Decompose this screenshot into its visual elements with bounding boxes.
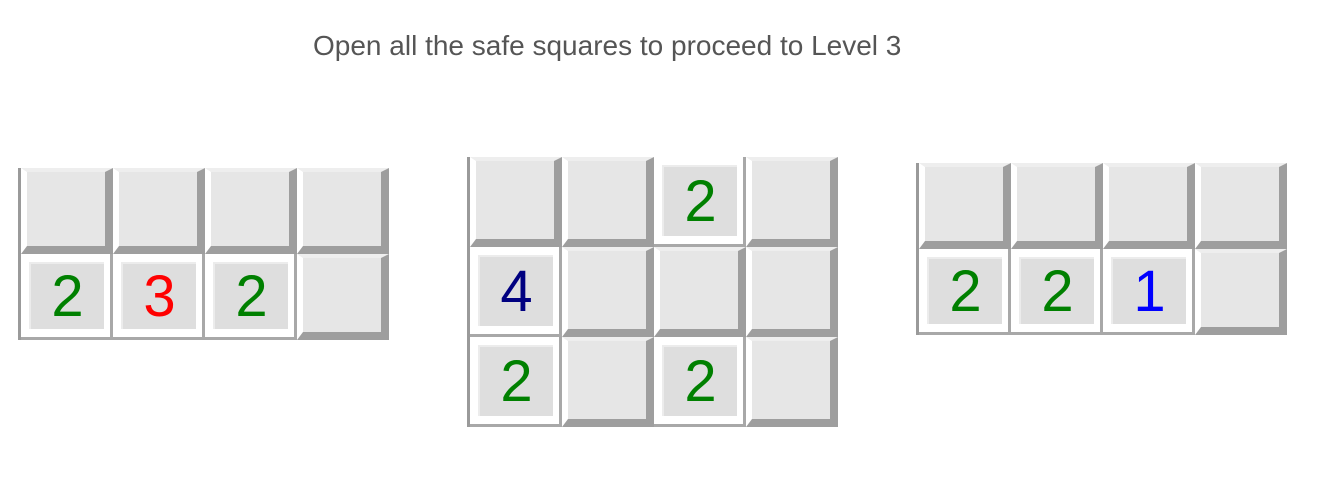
square-number: 3: [121, 262, 196, 329]
unopened-square[interactable]: [113, 168, 205, 254]
unopened-square[interactable]: [1011, 163, 1103, 249]
square-number: 4: [478, 255, 553, 326]
opened-square[interactable]: 3: [113, 254, 205, 340]
unopened-square[interactable]: [746, 337, 838, 427]
unopened-square[interactable]: [562, 247, 654, 337]
square-number: 2: [662, 165, 737, 236]
minesweeper-board-1: 232: [18, 168, 389, 340]
opened-square[interactable]: 2: [470, 337, 562, 427]
unopened-square[interactable]: [470, 157, 562, 247]
square-number: 2: [29, 262, 104, 329]
square-number: 2: [478, 345, 553, 416]
opened-square[interactable]: 4: [470, 247, 562, 337]
unopened-square[interactable]: [746, 247, 838, 337]
unopened-square[interactable]: [562, 337, 654, 427]
opened-square[interactable]: 2: [205, 254, 297, 340]
level-instruction: Open all the safe squares to proceed to …: [313, 30, 902, 61]
opened-square[interactable]: 2: [21, 254, 113, 340]
opened-square[interactable]: 2: [1011, 249, 1103, 335]
square-number: 1: [1111, 257, 1186, 324]
unopened-square[interactable]: [1103, 163, 1195, 249]
minesweeper-board-2: 2 4 2 2: [467, 157, 838, 427]
unopened-square[interactable]: [654, 247, 746, 337]
opened-square[interactable]: 2: [919, 249, 1011, 335]
opened-square[interactable]: 1: [1103, 249, 1195, 335]
square-number: 2: [662, 345, 737, 416]
unopened-square[interactable]: [205, 168, 297, 254]
square-number: 2: [927, 257, 1002, 324]
unopened-square[interactable]: [1195, 249, 1287, 335]
opened-square[interactable]: 2: [654, 157, 746, 247]
square-number: 2: [213, 262, 288, 329]
unopened-square[interactable]: [297, 168, 389, 254]
square-number: 2: [1019, 257, 1094, 324]
unopened-square[interactable]: [746, 157, 838, 247]
unopened-square[interactable]: [919, 163, 1011, 249]
unopened-square[interactable]: [562, 157, 654, 247]
minesweeper-board-3: 221: [916, 163, 1287, 335]
unopened-square[interactable]: [1195, 163, 1287, 249]
unopened-square[interactable]: [21, 168, 113, 254]
unopened-square[interactable]: [297, 254, 389, 340]
opened-square[interactable]: 2: [654, 337, 746, 427]
